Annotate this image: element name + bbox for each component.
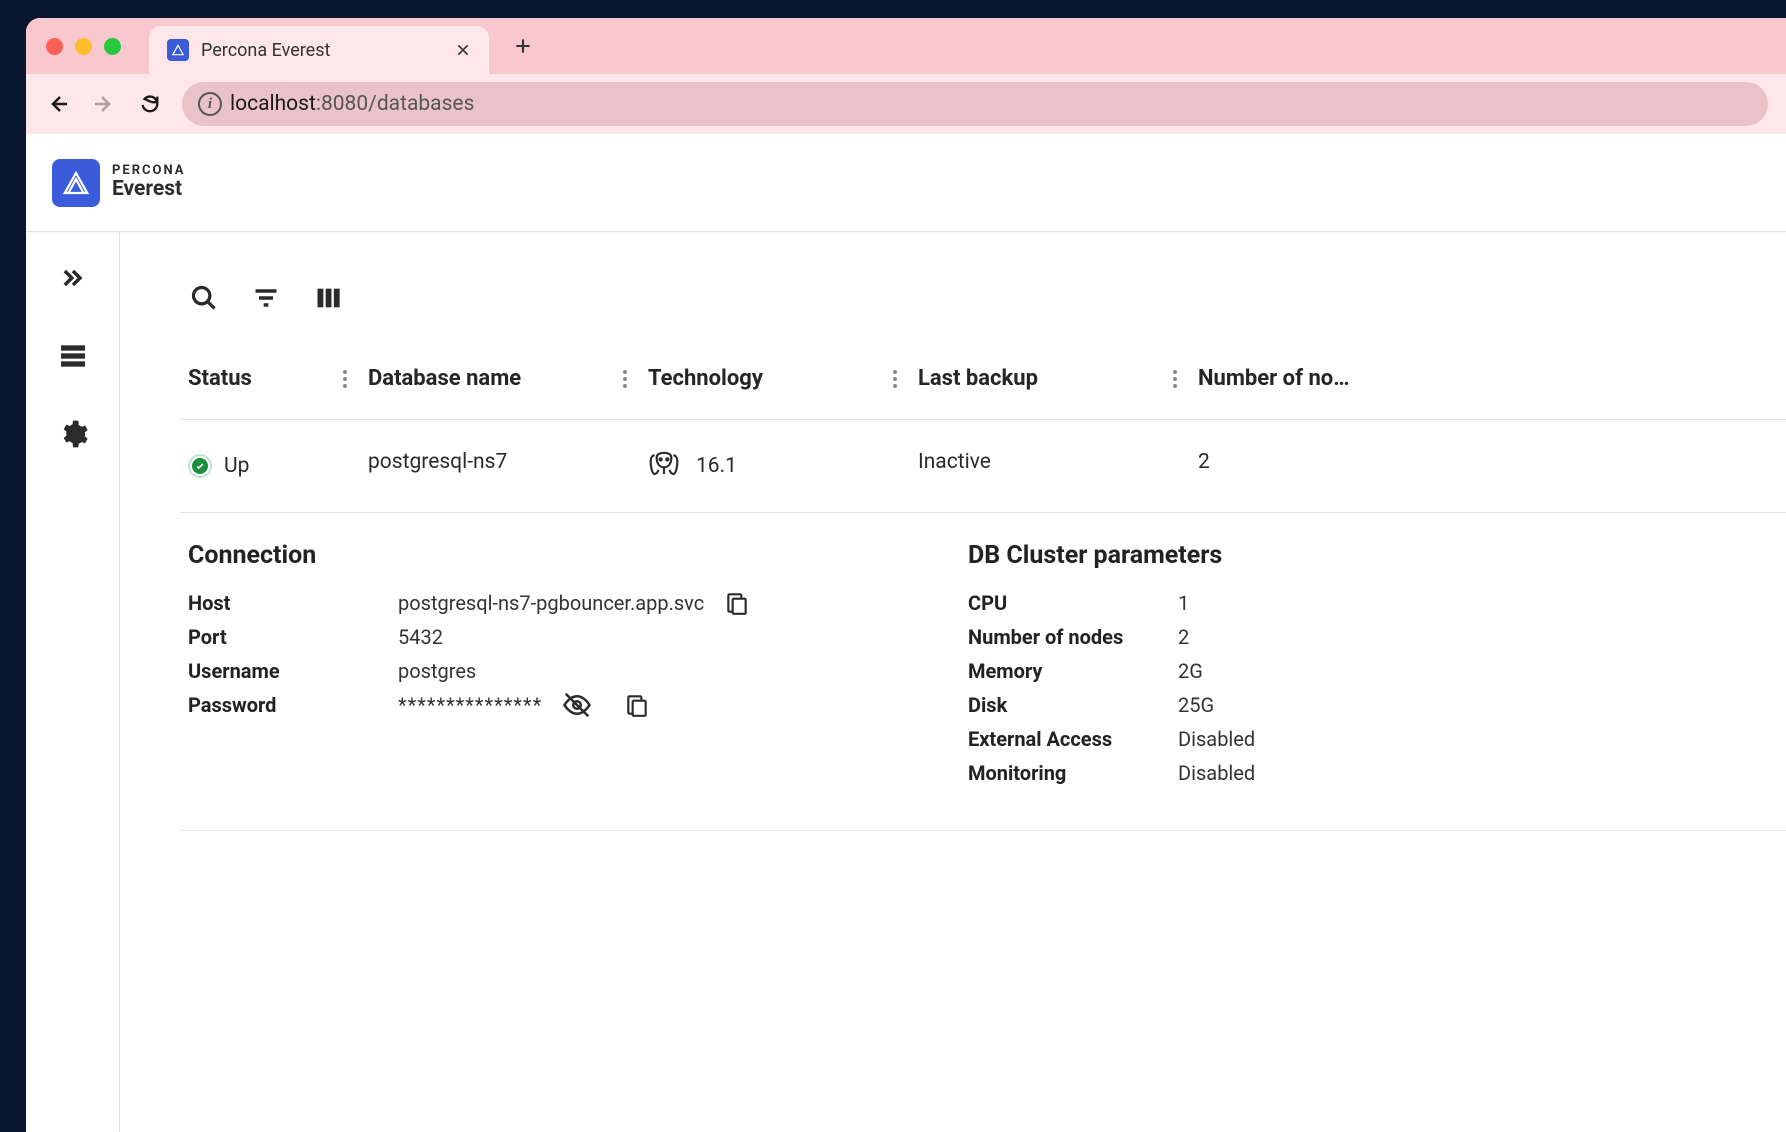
brand-logo[interactable]: PERCONA Everest [52, 159, 186, 207]
col-header-tech[interactable]: Technology [648, 366, 763, 391]
col-header-status[interactable]: Status [188, 366, 252, 391]
cell-dbname: postgresql-ns7 [368, 450, 648, 482]
tab-favicon-icon [167, 39, 189, 61]
browser-tab[interactable]: Percona Everest [149, 26, 489, 74]
site-info-icon[interactable]: i [198, 92, 222, 116]
brand-line1: PERCONA [112, 164, 186, 178]
host-value: postgresql-ns7-pgbouncer.app.svc [398, 586, 704, 620]
disk-value: 25G [1178, 688, 1214, 722]
postgresql-icon [648, 450, 680, 482]
col-menu-tech[interactable] [892, 369, 898, 389]
app-topbar: PERCONA Everest [26, 134, 1786, 232]
row-details-panel: Connection Host postgresql-ns7-pgbouncer… [180, 513, 1786, 831]
mon-label: Monitoring [968, 756, 1178, 790]
status-up-icon [188, 454, 212, 478]
copy-host-button[interactable] [724, 590, 750, 616]
mem-value: 2G [1178, 654, 1203, 688]
window-close-button[interactable] [46, 38, 63, 55]
sidebar [26, 232, 120, 1132]
brand-text: PERCONA Everest [112, 164, 186, 201]
cpu-value: 1 [1178, 586, 1189, 620]
url-host: localhost [230, 92, 316, 116]
host-label: Host [188, 586, 398, 620]
copy-password-button[interactable] [624, 692, 650, 718]
search-button[interactable] [188, 282, 220, 314]
user-value: postgres [398, 654, 476, 688]
nav-back-button[interactable] [44, 90, 72, 118]
brand-line2: Everest [112, 178, 186, 201]
mon-value: Disabled [1178, 756, 1255, 790]
table-row[interactable]: Up postgresql-ns7 16.1 [180, 420, 1786, 513]
user-label: Username [188, 654, 398, 688]
app-body: Status Database name Technology [26, 232, 1786, 1132]
ext-value: Disabled [1178, 722, 1255, 756]
cell-tech: 16.1 [648, 450, 918, 482]
port-value: 5432 [398, 620, 443, 654]
sidebar-item-databases[interactable] [55, 338, 91, 374]
cpu-label: CPU [968, 586, 1178, 620]
col-menu-backup[interactable] [1172, 369, 1178, 389]
reveal-password-button[interactable] [562, 690, 592, 720]
window-minimize-button[interactable] [75, 38, 92, 55]
table-header-row: Status Database name Technology [180, 346, 1786, 420]
new-tab-button[interactable] [513, 36, 533, 56]
sidebar-item-settings[interactable] [55, 416, 91, 452]
status-label: Up [224, 454, 249, 478]
address-bar[interactable]: i localhost:8080/databases [182, 82, 1768, 126]
columns-button[interactable] [312, 282, 344, 314]
browser-tab-strip: Percona Everest [26, 18, 1786, 74]
col-menu-name[interactable] [622, 369, 628, 389]
tab-title: Percona Everest [201, 40, 443, 61]
window-maximize-button[interactable] [104, 38, 121, 55]
mem-label: Memory [968, 654, 1178, 688]
col-menu-status[interactable] [342, 369, 348, 389]
cell-status: Up [188, 450, 368, 482]
password-label: Password [188, 688, 398, 722]
col-header-backup[interactable]: Last backup [918, 366, 1038, 391]
cell-nodes: 2 [1198, 450, 1398, 482]
browser-toolbar: i localhost:8080/databases [26, 74, 1786, 134]
password-value: *************** [398, 688, 542, 722]
url-path: :8080/databases [316, 92, 475, 116]
col-header-name[interactable]: Database name [368, 366, 521, 391]
connection-title: Connection [188, 541, 888, 570]
col-header-nodes[interactable]: Number of no… [1198, 366, 1350, 391]
port-label: Port [188, 620, 398, 654]
main-content: Status Database name Technology [120, 232, 1786, 1132]
nodes-value: 2 [1178, 620, 1189, 654]
filter-button[interactable] [250, 282, 282, 314]
cluster-title: DB Cluster parameters [968, 541, 1255, 570]
table-toolbar [180, 282, 1786, 314]
cluster-params-section: DB Cluster parameters CPU 1 Number of no… [968, 541, 1255, 790]
app-frame: PERCONA Everest [26, 134, 1786, 1132]
brand-logo-icon [52, 159, 100, 207]
tab-close-button[interactable] [455, 42, 471, 58]
connection-section: Connection Host postgresql-ns7-pgbouncer… [188, 541, 888, 790]
window-controls [46, 38, 121, 55]
sidebar-expand-button[interactable] [55, 260, 91, 296]
cell-backup: Inactive [918, 450, 1198, 482]
disk-label: Disk [968, 688, 1178, 722]
tech-version: 16.1 [696, 454, 737, 478]
ext-label: External Access [968, 722, 1178, 756]
nav-reload-button[interactable] [136, 90, 164, 118]
nodes-label: Number of nodes [968, 620, 1178, 654]
nav-forward-button[interactable] [90, 90, 118, 118]
